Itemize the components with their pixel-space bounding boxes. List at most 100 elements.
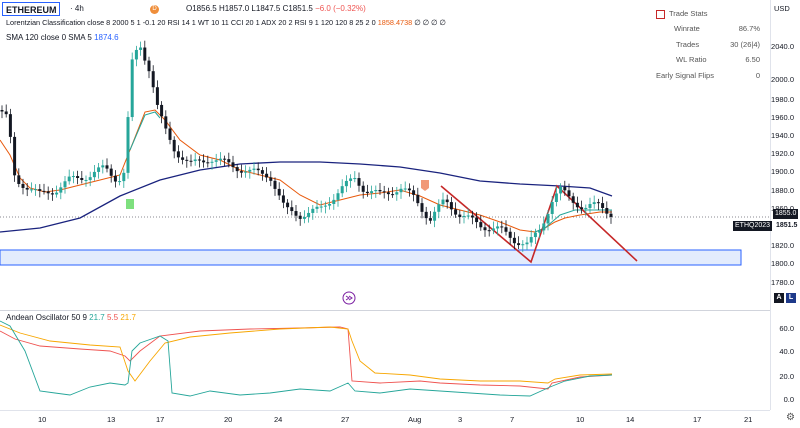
- date-tick: Aug: [408, 415, 422, 424]
- candle-body: [311, 208, 315, 213]
- candle-body: [407, 188, 411, 191]
- price-tick: 1780.0: [771, 278, 794, 287]
- sell-signal-marker: [421, 180, 429, 191]
- candle-body: [365, 191, 369, 194]
- candle-body: [122, 172, 126, 182]
- candle-body: [286, 202, 290, 208]
- candle-body: [525, 242, 529, 245]
- buy-signal-marker: [126, 199, 134, 209]
- candle-body: [63, 181, 67, 188]
- candle-body: [172, 139, 176, 152]
- candle-body: [554, 193, 558, 202]
- candle-body: [134, 49, 138, 60]
- candle-body: [424, 211, 428, 219]
- candle-body: [38, 189, 42, 191]
- candle-body: [227, 159, 231, 163]
- candle-body: [88, 177, 92, 180]
- scroll-realtime-button[interactable]: [342, 291, 356, 305]
- candle-body: [126, 117, 130, 173]
- candle-body: [605, 207, 609, 214]
- candle-body: [50, 193, 54, 195]
- osc-tick: 0.0: [783, 395, 794, 404]
- candle-body: [29, 189, 33, 191]
- candle-body: [248, 169, 252, 172]
- symbol-price-label-text: ETHQ2023: [735, 222, 771, 229]
- candle-body: [529, 237, 533, 243]
- candle-body: [218, 158, 222, 161]
- osc-signal-line: [0, 320, 613, 397]
- candle-body: [34, 189, 38, 191]
- candle-body: [151, 71, 155, 88]
- candle-body: [21, 183, 25, 188]
- candle-body: [428, 218, 432, 221]
- candle-body: [164, 116, 168, 129]
- date-tick: 14: [626, 415, 635, 424]
- currency-label[interactable]: USD: [774, 4, 790, 13]
- candle-body: [575, 202, 579, 208]
- candle-body: [109, 168, 113, 176]
- candle-body: [323, 205, 327, 207]
- candle-body: [181, 157, 185, 160]
- candle-body: [470, 215, 474, 218]
- candle-body: [281, 195, 285, 203]
- candle-body: [0, 110, 4, 112]
- candle-body: [361, 185, 365, 192]
- candle-body: [370, 191, 374, 194]
- price-chart[interactable]: [0, 0, 770, 310]
- candle-body: [239, 171, 243, 173]
- candle-body: [113, 175, 117, 182]
- candle-body: [340, 186, 344, 194]
- candle-body: [84, 179, 88, 181]
- candle-body: [97, 167, 101, 172]
- candle-body: [588, 204, 592, 208]
- candle-body: [496, 226, 500, 229]
- candle-body: [517, 243, 521, 246]
- candle-body: [185, 159, 189, 161]
- candle-body: [546, 213, 550, 224]
- osc-tick: 60.0: [779, 324, 794, 333]
- candlesticks: [0, 40, 613, 252]
- candle-body: [563, 186, 567, 191]
- candle-body: [130, 59, 134, 118]
- candle-body: [462, 215, 466, 218]
- current-price-tag: 1855.0: [773, 209, 799, 219]
- candle-body: [454, 209, 458, 215]
- price-tick: 2000.0: [771, 75, 794, 84]
- candle-body: [8, 114, 12, 137]
- osc-tick: 40.0: [779, 347, 794, 356]
- price-tick: 1920.0: [771, 149, 794, 158]
- candle-body: [504, 227, 508, 232]
- candle-body: [391, 194, 395, 196]
- log-scale-button[interactable]: L: [786, 293, 796, 303]
- auto-scale-button[interactable]: A: [774, 293, 784, 303]
- date-tick: 17: [693, 415, 702, 424]
- candle-body: [378, 190, 382, 192]
- candle-body: [336, 193, 340, 200]
- candle-body: [17, 175, 21, 184]
- oscillator-chart[interactable]: [0, 311, 770, 410]
- candle-body: [533, 232, 537, 238]
- candle-body: [475, 217, 479, 223]
- settings-gear-icon[interactable]: ⚙: [786, 412, 795, 423]
- support-zone: [0, 249, 742, 266]
- candle-body: [160, 104, 164, 117]
- candle-body: [491, 228, 495, 231]
- close-price-tag: 1851.5: [776, 221, 798, 231]
- date-axis[interactable]: 10 13 17 20 24 27 Aug 3 7 10 14 17 21: [0, 410, 770, 428]
- date-tick: 10: [38, 415, 47, 424]
- candle-body: [596, 202, 600, 204]
- symbol-price-label: ETHQ2023: [733, 221, 773, 231]
- price-tick: 1800.0: [771, 259, 794, 268]
- osc-bear-line: [0, 324, 613, 384]
- candle-body: [483, 227, 487, 231]
- date-tick: 24: [274, 415, 283, 424]
- candle-body: [193, 159, 197, 162]
- candle-body: [374, 190, 378, 192]
- candle-body: [252, 168, 256, 170]
- candle-body: [235, 167, 239, 172]
- candle-body: [500, 226, 504, 228]
- candle-body: [4, 111, 8, 115]
- candle-body: [294, 211, 298, 216]
- candle-body: [13, 136, 17, 176]
- candle-body: [76, 176, 80, 178]
